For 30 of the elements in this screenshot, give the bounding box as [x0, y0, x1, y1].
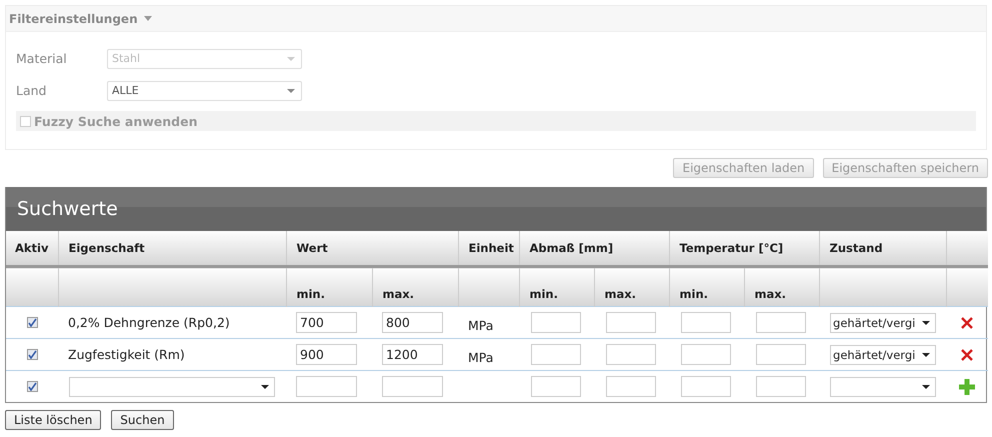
column-header: Temperatur [°C] [680, 241, 784, 255]
condition-dropdown[interactable]: gehärtet/vergi [830, 344, 936, 364]
input-field[interactable]: 800 [382, 312, 443, 333]
column-header: Abmaß [mm] [530, 241, 614, 255]
column-header: Wert [296, 241, 328, 255]
subcolumn-header: max. [382, 287, 414, 301]
column-header: Zustand [830, 241, 883, 255]
property-name: 0,2% Dehngrenze (Rp0,2) [68, 315, 230, 330]
subcolumn-header: max. [754, 287, 786, 301]
condition-dropdown[interactable]: gehärtet/vergi [830, 312, 936, 332]
input-field[interactable]: 700 [296, 312, 357, 333]
input-field[interactable]: 900 [296, 344, 357, 365]
action-button[interactable]: Suchen [111, 410, 174, 430]
checkbox-label: Fuzzy Suche anwenden [34, 114, 198, 128]
column-header: Aktiv [15, 241, 48, 255]
unit-text: MPa [468, 350, 494, 365]
column-header: Einheit [468, 241, 514, 255]
select-field[interactable]: ALLE [107, 80, 302, 100]
field-label: Material [16, 51, 68, 66]
section-title: Suchwerte [17, 198, 118, 220]
column-header: Eigenschaft [68, 241, 145, 255]
field-label: Land [16, 83, 48, 98]
action-button[interactable]: Liste löschen [5, 410, 102, 430]
subcolumn-header: min. [530, 287, 558, 301]
subcolumn-header: max. [604, 287, 636, 301]
property-name: Zugfestigkeit (Rm) [68, 347, 185, 362]
input-field[interactable]: 1200 [382, 344, 443, 365]
subcolumn-header: min. [296, 287, 325, 301]
unit-text: MPa [468, 318, 494, 333]
subcolumn-header: min. [680, 287, 708, 301]
